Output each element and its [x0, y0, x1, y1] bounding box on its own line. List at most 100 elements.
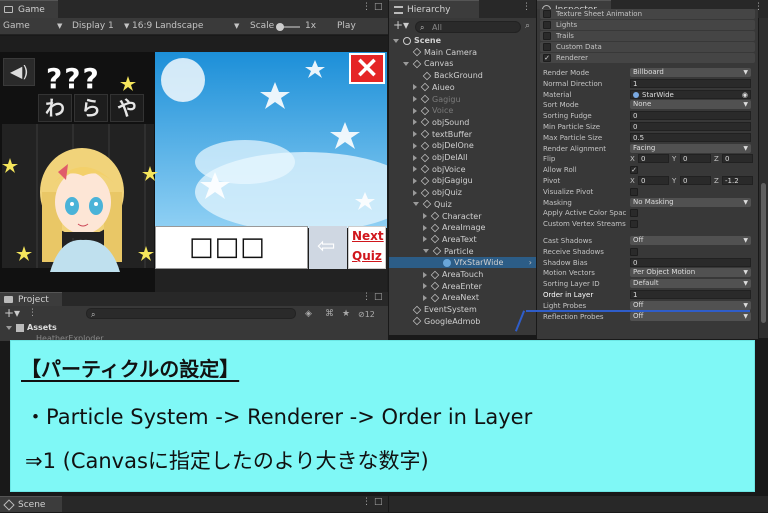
maximize-icon[interactable]: □ [374, 497, 383, 507]
hierarchy-item[interactable]: objSound [389, 117, 536, 128]
module-checkbox[interactable] [543, 32, 551, 40]
expand-arrow-icon[interactable] [413, 202, 419, 207]
property-field[interactable]: 1 [630, 290, 751, 299]
property-dropdown[interactable]: None ▼ [630, 100, 751, 110]
property-dropdown[interactable]: Billboard ▼ [630, 68, 751, 77]
hierarchy-item[interactable]: objDelOne [389, 140, 536, 151]
hierarchy-item[interactable]: Canvas [389, 58, 536, 69]
module-checkbox[interactable] [543, 43, 551, 51]
maximize-icon[interactable]: □ [374, 2, 383, 12]
project-search-field[interactable]: ⌕ [86, 308, 296, 319]
hierarchy-item[interactable]: Voice [389, 105, 536, 116]
hierarchy-item[interactable]: objDelAll [389, 152, 536, 163]
hierarchy-item[interactable]: EventSystem [389, 304, 536, 315]
property-dropdown[interactable]: No Masking ▼ [630, 197, 751, 207]
module-checkbox[interactable] [543, 21, 551, 29]
assets-folder[interactable]: Assets [6, 323, 57, 332]
hierarchy-item[interactable]: AreaEnter [389, 281, 536, 292]
collapse-arrow-icon[interactable] [423, 224, 427, 231]
scale-slider-knob[interactable] [276, 23, 284, 31]
property-checkbox[interactable] [630, 220, 638, 229]
collapse-arrow-icon[interactable] [413, 119, 417, 126]
expand-arrow-icon[interactable] [403, 61, 409, 66]
module-header[interactable]: Texture Sheet Animation [540, 9, 755, 19]
property-field[interactable]: 0 [630, 111, 751, 121]
property-checkbox[interactable]: ✓ [630, 166, 638, 175]
property-dropdown[interactable]: Per Object Motion ▼ [630, 268, 751, 278]
property-dropdown[interactable]: Default ▼ [630, 279, 751, 289]
scale-slider[interactable] [276, 23, 300, 31]
object-picker-icon[interactable]: ◉ [742, 91, 748, 99]
module-header[interactable]: Trails [540, 31, 755, 41]
kebab-menu-icon[interactable]: ⋮ [362, 292, 371, 302]
hierarchy-item[interactable]: textBuffer [389, 129, 536, 140]
hierarchy-item[interactable]: Quiz [389, 199, 536, 210]
hierarchy-item[interactable]: objVoice [389, 164, 536, 175]
collapse-arrow-icon[interactable] [413, 189, 417, 196]
property-dropdown[interactable]: Off ▼ [630, 311, 751, 321]
collapse-arrow-icon[interactable] [423, 213, 427, 219]
inspector-scroll-thumb[interactable] [761, 183, 766, 323]
kebab-menu-icon[interactable]: ⋮ [362, 2, 371, 12]
tab-hierarchy[interactable]: Hierarchy [389, 0, 479, 18]
expand-arrow-icon[interactable] [393, 38, 399, 43]
kebab-small-icon[interactable]: ⋮ [28, 305, 37, 322]
hierarchy-item[interactable]: Aiueo [389, 82, 536, 93]
collapse-arrow-icon[interactable] [413, 84, 417, 91]
kebab-menu-icon[interactable]: ⋮ [362, 497, 371, 507]
property-dropdown[interactable]: Off ▼ [630, 236, 751, 245]
hierarchy-item[interactable]: AreaText [389, 234, 536, 245]
collapse-arrow-icon[interactable] [413, 177, 417, 184]
hierarchy-search-field[interactable]: ⌕ All [415, 21, 521, 33]
collapse-arrow-icon[interactable] [413, 96, 417, 102]
tab-project[interactable]: Project [0, 292, 62, 306]
vector-field-z[interactable]: -1.2 [722, 176, 753, 185]
vector-field-x[interactable]: 0 [638, 176, 669, 185]
hierarchy-item[interactable]: Scene [389, 35, 536, 46]
aspect-dropdown[interactable]: 16:9 Landscape ▼ [132, 18, 242, 35]
display-dropdown[interactable]: Display 1 ▼ [72, 18, 132, 35]
hierarchy-item[interactable]: VfxStarWide › [389, 257, 536, 269]
collapse-arrow-icon[interactable] [413, 131, 417, 138]
add-icon[interactable]: +▾ [4, 305, 20, 322]
collapse-arrow-icon[interactable] [423, 236, 427, 243]
enter-button[interactable]: ⇦ [309, 226, 347, 269]
collapse-arrow-icon[interactable] [413, 107, 417, 114]
kebab-menu-icon[interactable]: ⋮ [522, 2, 531, 12]
next-quiz-button[interactable]: Next Quiz [348, 226, 386, 269]
module-header[interactable]: ✓ Renderer [540, 53, 755, 63]
module-checkbox[interactable]: ✓ [543, 54, 551, 62]
vector-field-z[interactable]: 0 [722, 154, 753, 164]
collapse-arrow-icon[interactable] [413, 166, 417, 173]
vector-field-y[interactable]: 0 [680, 154, 711, 164]
search-options-icon[interactable]: ⌕ [525, 18, 530, 35]
collapse-arrow-icon[interactable] [423, 283, 427, 290]
property-field[interactable]: 1 [630, 78, 751, 88]
maximize-icon[interactable]: □ [374, 292, 383, 302]
property-checkbox[interactable] [630, 187, 638, 196]
vector-field-x[interactable]: 0 [638, 154, 669, 164]
hierarchy-item[interactable]: Gagigu [389, 94, 536, 105]
collapse-arrow-icon[interactable] [423, 271, 427, 278]
hierarchy-item[interactable]: Character [389, 211, 536, 222]
inspector-scrollbar[interactable] [759, 18, 768, 338]
property-dropdown[interactable]: Facing ▼ [630, 143, 751, 153]
hierarchy-item[interactable]: BackGround [389, 70, 536, 81]
tab-scene[interactable]: Scene [0, 496, 62, 512]
property-dropdown[interactable]: Off ▼ [630, 300, 751, 310]
close-button[interactable]: × [349, 53, 385, 84]
property-field[interactable]: 0.5 [630, 132, 751, 142]
collapse-arrow-icon[interactable] [413, 142, 417, 149]
collapse-arrow-icon[interactable] [423, 294, 427, 301]
property-field[interactable]: 0 [630, 257, 751, 267]
hierarchy-item[interactable]: objGagigu [389, 175, 536, 186]
hierarchy-item[interactable]: objQuiz [389, 187, 536, 198]
property-checkbox[interactable] [630, 247, 638, 256]
vector-field-y[interactable]: 0 [680, 176, 711, 185]
add-icon[interactable]: +▾ [393, 17, 409, 34]
hierarchy-item[interactable]: GoogleAdmob [389, 316, 536, 327]
property-field[interactable]: 0 [630, 122, 751, 131]
hierarchy-item[interactable]: Main Camera [389, 47, 536, 58]
hierarchy-item[interactable]: Particle [389, 246, 536, 257]
module-header[interactable]: Lights [540, 20, 755, 30]
